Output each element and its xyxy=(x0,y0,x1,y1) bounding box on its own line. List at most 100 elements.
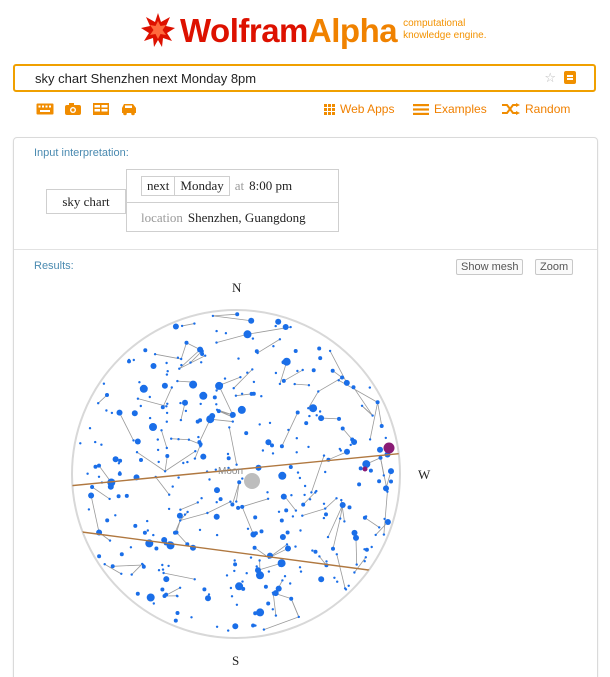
star xyxy=(237,480,242,485)
star xyxy=(255,565,258,568)
star xyxy=(165,411,169,415)
star xyxy=(146,593,155,602)
star xyxy=(378,526,381,529)
star xyxy=(378,455,383,460)
star xyxy=(299,529,302,532)
star xyxy=(301,514,304,517)
star xyxy=(105,518,110,523)
star xyxy=(351,385,356,390)
star xyxy=(256,608,265,617)
star xyxy=(160,429,163,432)
star xyxy=(118,458,123,463)
star xyxy=(193,578,196,581)
star xyxy=(244,431,249,436)
star xyxy=(237,405,246,414)
star xyxy=(200,361,203,364)
star xyxy=(135,591,140,596)
wolfram-alpha-logo[interactable]: WolframAlpha computational knowledge eng… xyxy=(140,8,486,52)
star xyxy=(324,470,327,474)
star xyxy=(214,468,217,471)
star xyxy=(116,409,123,416)
star xyxy=(251,391,256,396)
keyboard-icon[interactable] xyxy=(36,102,54,116)
star xyxy=(307,384,311,387)
star xyxy=(271,608,274,611)
star xyxy=(105,393,109,397)
star xyxy=(337,416,341,421)
star xyxy=(166,370,169,373)
star xyxy=(172,323,179,330)
star xyxy=(245,572,248,575)
star xyxy=(374,533,377,537)
star xyxy=(340,375,345,380)
star xyxy=(176,512,183,519)
star xyxy=(307,445,310,449)
star xyxy=(358,466,363,471)
chip-day: Monday xyxy=(175,175,230,196)
star xyxy=(278,564,281,567)
star xyxy=(177,438,180,441)
star xyxy=(252,380,256,384)
star xyxy=(231,420,234,423)
star xyxy=(243,330,252,339)
star xyxy=(237,357,240,360)
star xyxy=(295,451,298,454)
star xyxy=(364,547,369,552)
star xyxy=(88,427,92,430)
star xyxy=(93,464,98,469)
examples-link[interactable]: Examples xyxy=(413,102,487,116)
star xyxy=(333,576,336,579)
star xyxy=(340,498,343,502)
star xyxy=(318,410,322,413)
star xyxy=(271,452,275,455)
star xyxy=(165,446,168,450)
zoom-button[interactable]: Zoom xyxy=(535,259,574,275)
star xyxy=(388,468,394,475)
star xyxy=(186,460,189,464)
star xyxy=(114,514,117,517)
star xyxy=(279,444,284,449)
star xyxy=(232,387,235,390)
star xyxy=(166,541,175,550)
star xyxy=(186,510,189,514)
car-icon[interactable] xyxy=(120,102,138,116)
show-mesh-button[interactable]: Show mesh xyxy=(456,259,524,275)
star xyxy=(205,595,211,602)
star xyxy=(175,611,180,615)
star xyxy=(229,411,236,418)
search-input[interactable] xyxy=(35,69,535,87)
star xyxy=(322,502,326,505)
star xyxy=(176,379,179,383)
table-icon[interactable] xyxy=(92,102,110,116)
search-bar[interactable]: ☆ xyxy=(13,64,596,92)
star xyxy=(124,493,129,498)
star xyxy=(134,438,141,445)
star xyxy=(239,376,242,379)
star xyxy=(318,576,325,583)
star xyxy=(251,368,254,371)
star xyxy=(326,535,330,539)
star xyxy=(335,497,338,500)
star xyxy=(165,373,169,376)
star xyxy=(179,418,183,422)
pod-divider xyxy=(14,249,597,250)
star xyxy=(274,371,278,375)
star xyxy=(215,501,218,504)
star xyxy=(206,511,209,515)
star xyxy=(97,402,100,405)
camera-icon[interactable] xyxy=(64,102,82,116)
favorite-star-icon[interactable]: ☆ xyxy=(544,70,556,86)
search-submit-icon[interactable] xyxy=(564,71,576,84)
web-apps-link[interactable]: Web Apps xyxy=(324,102,394,116)
random-link[interactable]: Random xyxy=(502,102,570,116)
star xyxy=(86,472,89,475)
star xyxy=(156,438,159,441)
star xyxy=(343,520,346,523)
star xyxy=(139,384,148,393)
star xyxy=(285,545,291,552)
star xyxy=(299,570,303,573)
star xyxy=(268,421,272,425)
interpretation-query: sky chart xyxy=(46,189,126,214)
interpretation-location-row: location Shenzhen, Guangdong xyxy=(127,202,338,233)
star xyxy=(167,507,171,511)
